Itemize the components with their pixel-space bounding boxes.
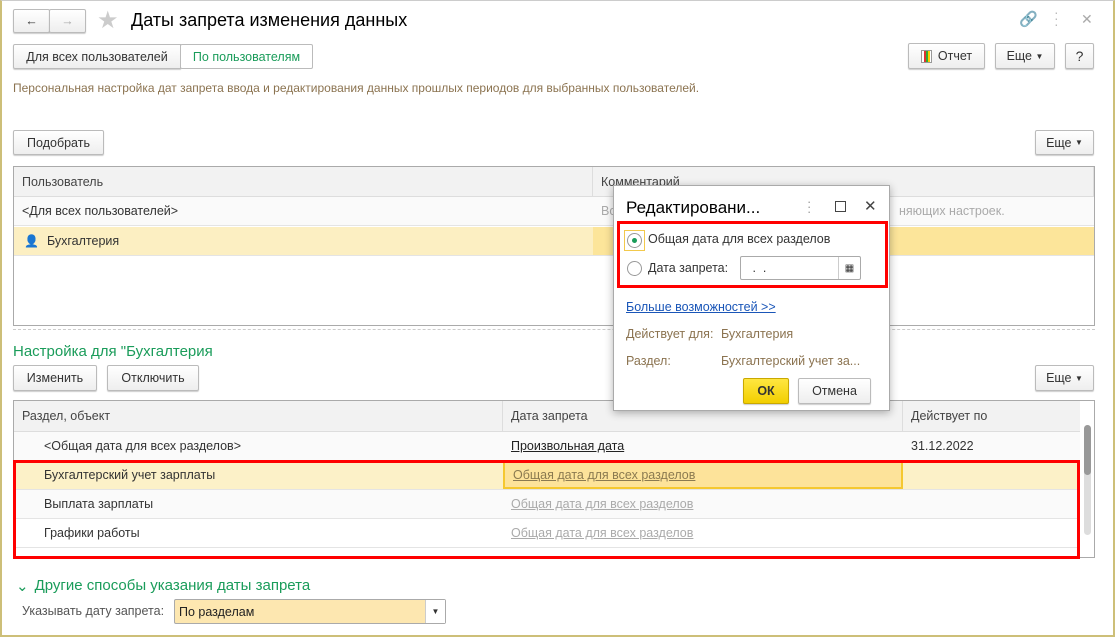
tab-label: По пользователям bbox=[192, 49, 301, 64]
link-icon[interactable]: 🔗 bbox=[1019, 10, 1038, 28]
other-methods-title: Другие способы указания даты запрета bbox=[34, 577, 311, 594]
highlight-frame bbox=[13, 460, 1080, 559]
table-row[interactable]: <Общая дата для всех разделов> Произволь… bbox=[14, 432, 1080, 461]
dropdown-arrow-icon: ▼ bbox=[1075, 373, 1083, 383]
disable-button[interactable]: Отключить bbox=[107, 365, 199, 391]
forward-arrow-icon: → bbox=[61, 14, 74, 28]
date-link[interactable]: Произвольная дата bbox=[503, 432, 624, 460]
close-icon[interactable]: ✕ bbox=[1081, 11, 1093, 28]
column-header-user[interactable]: Пользователь bbox=[14, 167, 593, 197]
date-mode-select[interactable]: По разделам ▼ bbox=[174, 599, 446, 624]
favorite-star-icon[interactable]: ★ bbox=[97, 6, 119, 35]
edit-dialog: Редактировани... · · · ✕ Общая дата для вс… bbox=[613, 185, 890, 411]
more-options-link[interactable]: Больше возможностей >> bbox=[626, 300, 776, 314]
back-button[interactable]: ← bbox=[13, 9, 50, 33]
user-cell: <Для всех пользователей> bbox=[22, 204, 179, 218]
dropdown-arrow-icon: ▼ bbox=[1035, 51, 1044, 61]
change-button[interactable]: Изменить bbox=[13, 365, 97, 391]
settings-more-button[interactable]: Еще ▼ bbox=[1035, 365, 1094, 391]
section-label: Раздел: bbox=[626, 354, 671, 368]
dialog-highlight-frame bbox=[617, 221, 888, 288]
table-row[interactable]: <Для всех пользователей> Во няющих настр… bbox=[14, 197, 1094, 226]
help-label: ? bbox=[1075, 48, 1084, 64]
ok-button[interactable]: ОК bbox=[743, 378, 789, 404]
section-value: Бухгалтерский учет за... bbox=[721, 354, 861, 368]
dropdown-arrow-icon: ▼ bbox=[1075, 138, 1083, 147]
report-label: Отчет bbox=[937, 49, 973, 63]
scrollbar-thumb[interactable] bbox=[1084, 425, 1091, 475]
tab-by-users[interactable]: По пользователям bbox=[180, 44, 313, 69]
scrollbar[interactable] bbox=[1080, 401, 1094, 557]
applies-label: Действует для: bbox=[626, 327, 714, 341]
users-table: Пользователь Комментарий <Для всех польз… bbox=[13, 166, 1095, 326]
divider bbox=[13, 329, 1095, 330]
users-more-button[interactable]: Еще ▼ bbox=[1035, 130, 1094, 155]
user-icon: 👤 bbox=[24, 234, 39, 248]
tab-label: Для всех пользователей bbox=[26, 49, 168, 64]
column-header-section[interactable]: Раздел, объект bbox=[14, 401, 503, 432]
table-row-selected[interactable]: 👤 Бухгалтерия bbox=[14, 227, 1094, 256]
section-cell: <Общая дата для всех разделов> bbox=[44, 439, 241, 453]
other-methods-toggle[interactable]: ⌄ Другие способы указания даты запрета bbox=[16, 577, 310, 595]
dropdown-arrow-icon[interactable]: ▼ bbox=[425, 600, 445, 623]
applies-value: Бухгалтерия bbox=[721, 327, 794, 341]
user-cell: Бухгалтерия bbox=[46, 234, 120, 248]
cancel-label: Отмена bbox=[812, 384, 857, 398]
page-title: Даты запрета изменения данных bbox=[131, 10, 408, 30]
more-label: Еще bbox=[1006, 49, 1033, 63]
description-text: Персональная настройка дат запрета ввода… bbox=[13, 81, 700, 95]
pick-button[interactable]: Подобрать bbox=[13, 130, 104, 155]
dialog-close-icon[interactable]: ✕ bbox=[864, 197, 877, 215]
chevron-down-icon: ⌄ bbox=[16, 578, 29, 595]
report-button[interactable]: Отчет bbox=[908, 43, 985, 69]
column-header-until[interactable]: Действует по bbox=[903, 401, 1081, 432]
forward-button[interactable]: → bbox=[49, 9, 86, 33]
tab-all-users[interactable]: Для всех пользователей bbox=[13, 44, 181, 69]
help-button[interactable]: ? bbox=[1065, 43, 1094, 69]
more-button[interactable]: Еще ▼ bbox=[995, 43, 1055, 69]
cancel-button[interactable]: Отмена bbox=[798, 378, 871, 404]
disable-label: Отключить bbox=[121, 371, 185, 385]
more-label: Еще bbox=[1046, 371, 1072, 385]
dialog-menu-icon[interactable]: · · · bbox=[807, 195, 811, 218]
pick-label: Подобрать bbox=[27, 135, 90, 150]
ok-label: ОК bbox=[757, 384, 775, 398]
back-arrow-icon: ← bbox=[25, 14, 38, 28]
report-chart-icon bbox=[920, 49, 932, 63]
more-dots-icon[interactable]: · · · bbox=[1054, 5, 1059, 31]
dialog-title: Редактировани... bbox=[626, 198, 761, 217]
more-label: Еще bbox=[1046, 135, 1072, 150]
comment-cell-end: няющих настроек. bbox=[899, 204, 1005, 218]
other-label: Указывать дату запрета: bbox=[22, 604, 165, 618]
maximize-icon[interactable] bbox=[835, 201, 846, 212]
select-value: По разделам bbox=[179, 605, 255, 619]
until-cell: 31.12.2022 bbox=[911, 439, 974, 453]
settings-title: Настройка для "Бухгалтерия bbox=[13, 343, 213, 360]
change-label: Изменить bbox=[26, 371, 84, 385]
